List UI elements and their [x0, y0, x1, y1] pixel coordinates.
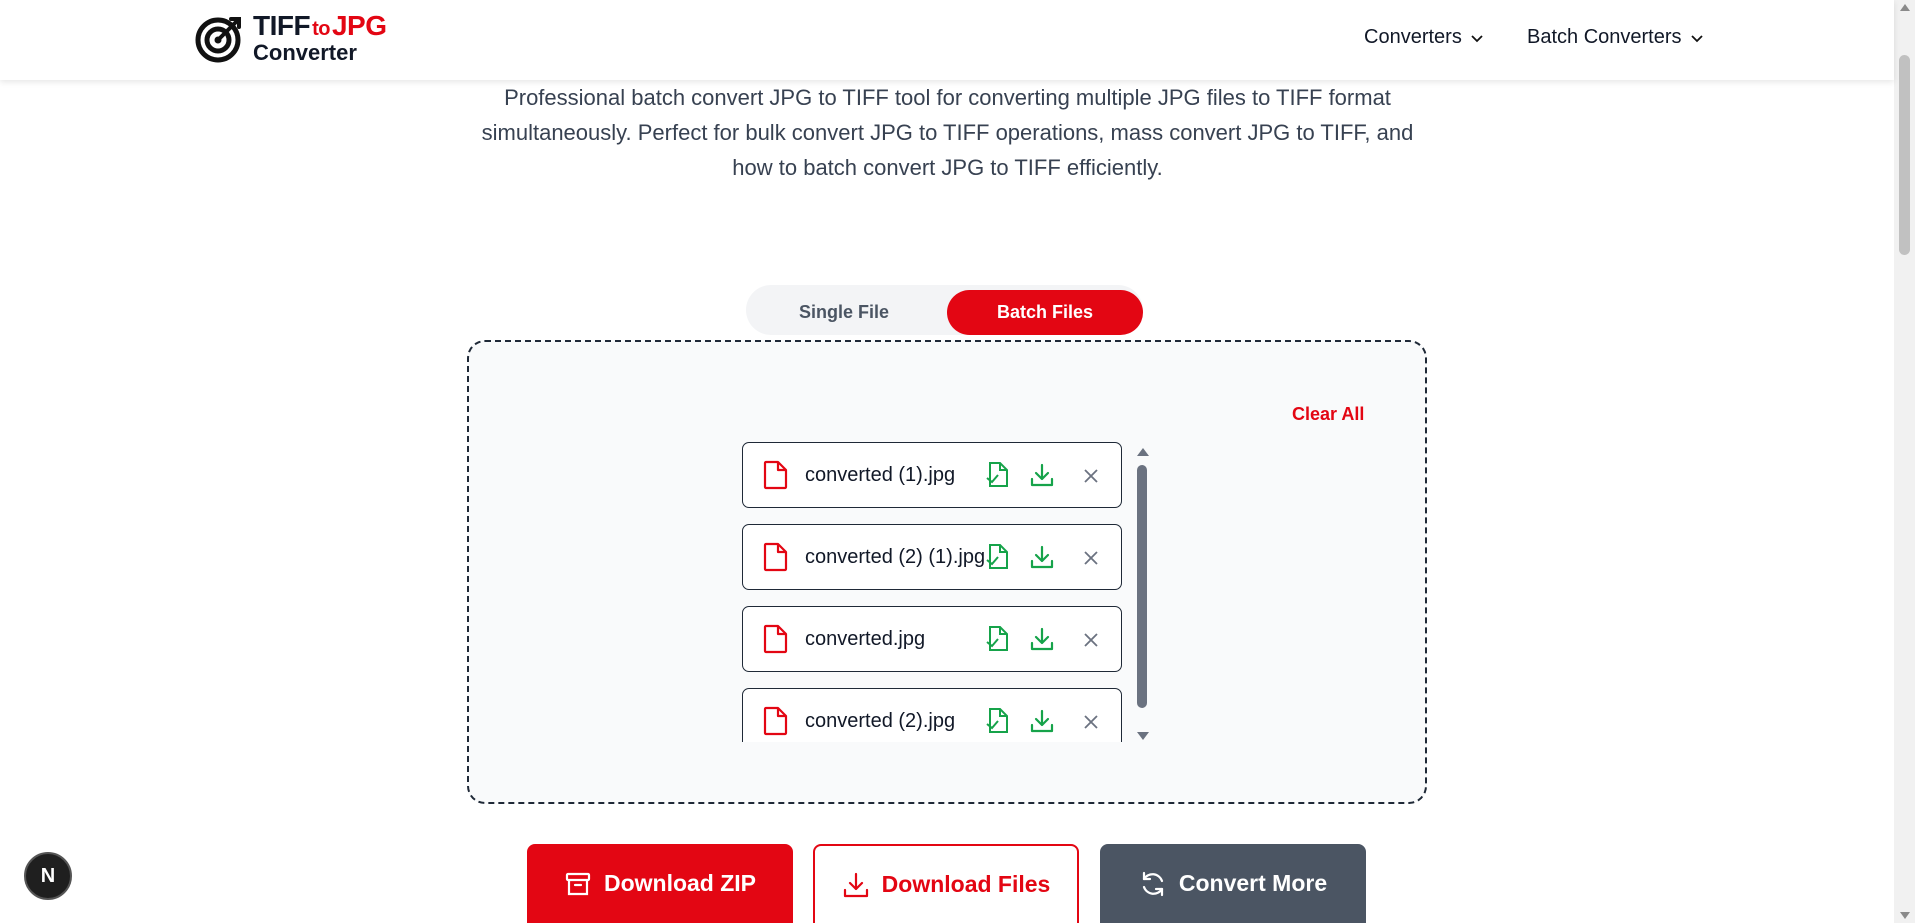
download-zip-label: Download ZIP: [603, 870, 757, 896]
chevron-down-icon: [1471, 34, 1483, 42]
tab-batch-files[interactable]: Batch Files: [947, 290, 1143, 335]
nav-batch-converters-menu[interactable]: Batch Converters: [1527, 26, 1704, 49]
scroll-thumb[interactable]: [1899, 55, 1910, 255]
file-name: converted (2).jpg: [805, 710, 956, 732]
convert-more-button[interactable]: Convert More: [1100, 844, 1366, 923]
file-name: converted (2) (1).jpg: [805, 546, 986, 568]
nav-converters-label: Converters: [1364, 26, 1462, 48]
download-icon[interactable]: [1029, 543, 1055, 571]
nextjs-dev-badge[interactable]: N: [24, 852, 72, 900]
chevron-down-icon: [1690, 34, 1703, 42]
file-check-icon[interactable]: [985, 707, 1011, 735]
file-icon: [763, 624, 788, 654]
file-icon: [763, 460, 788, 490]
archive-icon: [565, 872, 591, 895]
scroll-up-arrow[interactable]: [1900, 4, 1910, 11]
close-icon[interactable]: [1081, 630, 1101, 650]
file-list: converted (1).jpg converted (2) (1).jpg …: [740, 440, 1148, 742]
page-description: Professional batch convert JPG to TIFF t…: [481, 85, 1414, 180]
convert-more-label: Convert More: [1178, 870, 1328, 896]
list-item: converted (2).jpg: [742, 688, 1122, 742]
refresh-icon: [1142, 871, 1163, 896]
clear-all-button[interactable]: Clear All: [1292, 404, 1364, 425]
scroll-down-arrow[interactable]: [1900, 912, 1910, 919]
download-icon[interactable]: [1029, 461, 1055, 489]
list-item: converted.jpg: [742, 606, 1122, 672]
download-zip-button[interactable]: Download ZIP: [527, 844, 793, 923]
list-scroll-thumb[interactable]: [1137, 465, 1147, 708]
logo-title: TIFF toJPG: [253, 10, 387, 41]
close-icon[interactable]: [1081, 466, 1101, 486]
download-files-button[interactable]: Download Files: [813, 844, 1079, 923]
file-icon: [763, 542, 788, 572]
mode-toggle: Single File Batch Files: [746, 285, 1143, 335]
file-name: converted.jpg: [805, 628, 926, 650]
close-icon[interactable]: [1081, 548, 1101, 568]
list-item: converted (2) (1).jpg: [742, 524, 1122, 590]
target-logo-icon: [195, 17, 241, 63]
list-scroll-down-arrow[interactable]: [1137, 732, 1149, 740]
download-files-label: Download Files: [881, 871, 1051, 897]
file-list-scrollbar[interactable]: [1136, 446, 1149, 742]
file-icon: [763, 706, 788, 736]
site-header: TIFF toJPG Converter Converters Batch Con…: [0, 0, 1894, 80]
download-icon[interactable]: [1029, 707, 1055, 735]
list-scroll-up-arrow[interactable]: [1137, 448, 1149, 456]
file-check-icon[interactable]: [985, 461, 1011, 489]
logo-subtitle: Converter: [253, 40, 357, 65]
list-item: converted (1).jpg: [742, 442, 1122, 508]
nav-batch-converters-label: Batch Converters: [1527, 26, 1682, 48]
close-icon[interactable]: [1081, 712, 1101, 732]
page-scrollbar[interactable]: [1894, 0, 1915, 923]
download-icon[interactable]: [1029, 625, 1055, 653]
file-check-icon[interactable]: [985, 625, 1011, 653]
tab-single-file[interactable]: Single File: [754, 290, 934, 335]
download-icon: [843, 872, 868, 897]
site-logo[interactable]: TIFF toJPG Converter: [195, 12, 387, 64]
file-check-icon[interactable]: [985, 543, 1011, 571]
file-name: converted (1).jpg: [805, 464, 956, 486]
nav-converters-menu[interactable]: Converters: [1364, 26, 1484, 49]
